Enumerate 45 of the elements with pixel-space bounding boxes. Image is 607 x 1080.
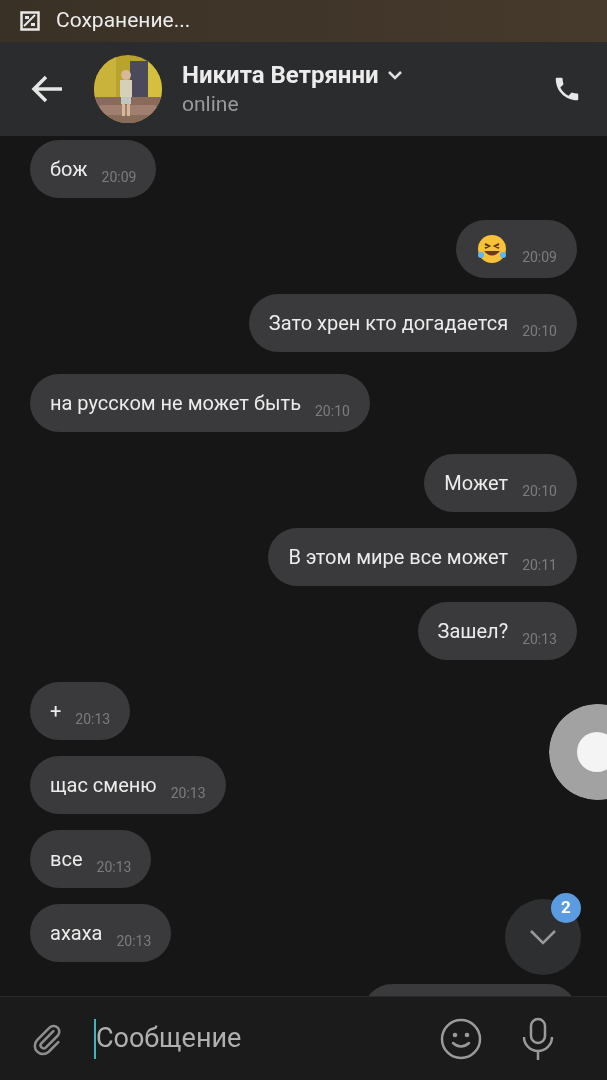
message-time: 20:13 — [522, 629, 557, 649]
text-cursor — [94, 1018, 96, 1059]
back-arrow-icon[interactable] — [30, 74, 64, 104]
message-text: щас сменю — [50, 772, 157, 799]
status-text: Сохранение... — [56, 7, 191, 35]
message-time: 20:13 — [116, 931, 152, 951]
message-bubble[interactable]: Зашел? 20:13 — [417, 602, 577, 660]
message-input[interactable]: Сообщение — [96, 1018, 416, 1059]
message-bubble[interactable]: + 20:13 — [30, 682, 131, 740]
chevron-down-icon[interactable] — [529, 929, 557, 945]
composer-bar[interactable]: Сообщение — [0, 996, 607, 1080]
message-time: 20:09 — [522, 247, 557, 267]
smiley-icon[interactable] — [440, 1017, 482, 1060]
message-text: Может — [444, 470, 509, 497]
message-time: 20:13 — [75, 709, 111, 729]
microphone-icon[interactable] — [520, 1016, 556, 1061]
contact-name[interactable]: Никита Ветрянни — [182, 60, 379, 90]
message-text: Зашел? — [437, 618, 509, 645]
message-text: + — [50, 698, 62, 725]
message-time: 20:09 — [101, 167, 137, 187]
message-bubble[interactable]: бож 20:09 — [30, 140, 157, 198]
image-icon — [20, 11, 40, 31]
message-bubble[interactable]: все 20:13 — [30, 830, 152, 888]
message-bubble[interactable]: Может 20:10 — [424, 454, 577, 512]
message-bubble[interactable]: щас сменю 20:13 — [30, 756, 226, 814]
message-time: 20:11 — [522, 555, 557, 575]
message-text: Зато хрен кто догадается — [268, 310, 509, 337]
message-time: 20:13 — [96, 857, 132, 877]
message-bubble[interactable]: на русском не может быть 20:10 — [30, 374, 370, 432]
message-text: ахаха — [50, 920, 103, 947]
record-button[interactable] — [549, 704, 607, 800]
message-time: 20:13 — [170, 783, 206, 803]
laughing-emoji-icon — [476, 233, 509, 265]
unread-count: 2 — [551, 893, 581, 923]
message-text: все — [50, 846, 83, 873]
message-time: 20:10 — [315, 401, 350, 421]
message-bubble[interactable]: Зато хрен кто догадается 20:10 — [248, 294, 577, 352]
message-bubble[interactable]: В этом мире все может 20:11 — [268, 528, 577, 586]
message-bubble[interactable]: ахаха 20:13 — [30, 904, 172, 962]
message-time: 20:10 — [522, 481, 557, 501]
message-text: бож — [50, 156, 88, 183]
message-text: В этом мире все может — [288, 544, 509, 571]
contact-status: online — [182, 91, 240, 118]
message-time: 20:10 — [522, 321, 557, 341]
message-text: на русском не может быть — [50, 390, 301, 417]
